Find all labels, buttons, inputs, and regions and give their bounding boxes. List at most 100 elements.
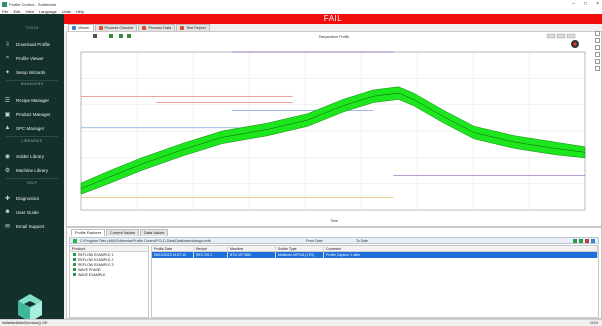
zoom-reset-icon[interactable] — [566, 33, 576, 39]
delete-icon[interactable] — [585, 239, 589, 243]
column-header[interactable]: Solder Type — [276, 246, 324, 251]
toolbar-icon[interactable] — [127, 34, 131, 38]
sidebar-item-profile-viewer[interactable]: ≈ Profile Viewer — [0, 52, 64, 64]
tool-icon[interactable] — [595, 59, 600, 64]
profile-chart-panel[interactable]: Temperature Profile Time — [66, 31, 602, 227]
sidebar-item-machine-library[interactable]: ⚙ Machine Library — [0, 164, 64, 176]
spc-icon: ▲ — [4, 125, 11, 131]
menu-file[interactable]: File — [2, 9, 8, 14]
product-label: WAVE EXAMPLE — [78, 272, 106, 277]
table-cell: 06/10/2023 14:57:10 — [152, 252, 194, 258]
menu-help[interactable]: Help — [76, 9, 84, 14]
toolbar-icon[interactable] — [93, 34, 97, 38]
sidebar-item-setup-wizards[interactable]: ✦ Setup Wizards — [0, 66, 64, 78]
refresh-icon[interactable] — [573, 239, 577, 243]
tab-profile-explorer[interactable]: Profile Explorer — [71, 229, 105, 236]
tab-process-data[interactable]: Process Data — [138, 24, 176, 31]
tab-data-values[interactable]: Data Values — [140, 229, 169, 236]
tab-label: Test Report — [186, 26, 206, 30]
recipe-icon: ☰ — [4, 97, 11, 104]
tab-viewer[interactable]: Viewer — [68, 24, 94, 31]
sidebar-item-email-support[interactable]: ✉ Email Support — [0, 220, 64, 232]
status-text: InitialiseMainServices() OK — [2, 321, 48, 325]
sidebar-item-label: Profile Viewer — [16, 55, 44, 61]
sidebar-item-recipe-manager[interactable]: ☰ Recipe Manager — [0, 94, 64, 106]
menu-view[interactable]: View — [25, 9, 34, 14]
tool-icon[interactable] — [595, 45, 600, 50]
product-icon — [73, 268, 76, 271]
bottom-tabs: Profile Explorer Current Values Data Val… — [71, 229, 169, 236]
table-cell: BTU VIP 88N — [228, 252, 276, 258]
tab-label: Process Checker — [104, 26, 134, 30]
tab-label: Viewer — [78, 26, 90, 30]
viewer-tabs: Viewer Process Checker Process Data Test… — [68, 24, 210, 31]
data-icon — [142, 26, 147, 30]
sidebar-item-user-guide[interactable]: ☻ User Guide — [0, 206, 64, 218]
tab-current-values[interactable]: Current Values — [105, 229, 140, 236]
profiles-table: Profile Date Recipe Machine Solder Type … — [151, 245, 599, 318]
table-cell: REC-RS 1 — [194, 252, 228, 258]
filter-icon[interactable] — [579, 239, 583, 243]
chart-reference-lines — [81, 51, 585, 198]
tool-icon[interactable] — [595, 66, 600, 71]
to-date-label: To Date — [356, 238, 369, 243]
product-label: REFLOW EXAMPLE 3 — [78, 262, 114, 267]
column-header[interactable]: Comment — [324, 246, 598, 251]
tab-label: Process Data — [148, 26, 172, 30]
title-bar: Profile Control - Solderstar – □ × — [0, 0, 602, 8]
app-icon — [2, 1, 7, 7]
product-icon: ▣ — [4, 111, 11, 118]
report-icon — [180, 26, 185, 30]
sidebar-heading-managers: MANAGERS — [20, 82, 44, 86]
toolbar-icon[interactable] — [119, 34, 123, 38]
tab-process-checker[interactable]: Process Checker — [94, 24, 138, 31]
sidebar-heading-libraries: LIBRARIES — [21, 139, 43, 143]
column-header[interactable]: Profile Date — [152, 246, 194, 251]
sidebar-item-solder-library[interactable]: ◉ Solder Library — [0, 150, 64, 162]
tool-icon[interactable] — [595, 31, 600, 36]
zoom-out-icon[interactable] — [556, 33, 566, 39]
sidebar-item-label: Product Manager — [16, 111, 51, 117]
product-label: REFLOW EXAMPLE 1 — [78, 252, 114, 257]
product-label: REFLOW EXAMPLE 2 — [78, 257, 114, 262]
sidebar-item-label: Email Support — [16, 223, 45, 229]
sidebar-item-product-manager[interactable]: ▣ Product Manager — [0, 108, 64, 120]
solder-icon: ◉ — [4, 153, 11, 160]
machine-icon: ⚙ — [4, 167, 11, 174]
table-cell: Profile Capture 1 after — [324, 252, 598, 258]
column-header[interactable]: Recipe — [194, 246, 228, 251]
close-icon[interactable]: × — [596, 1, 599, 7]
status-banner: FAIL — [64, 14, 602, 24]
product-icon — [73, 263, 76, 266]
sidebar-item-download-profile[interactable]: ⇩ Download Profile — [0, 38, 64, 50]
maximize-icon[interactable]: □ — [584, 1, 587, 7]
checker-icon — [98, 26, 103, 30]
chart-grid — [80, 51, 586, 211]
profile-explorer-panel: Profile Explorer Current Values Data Val… — [66, 227, 602, 319]
sidebar-item-label: Recipe Manager — [16, 97, 50, 103]
toolbar-icon[interactable] — [109, 34, 113, 38]
profile-band — [80, 86, 586, 195]
viewer-icon — [72, 26, 76, 30]
sidebar-item-label: Machine Library — [16, 167, 49, 173]
tool-icon[interactable] — [595, 38, 600, 43]
menu-units[interactable]: Units — [62, 9, 71, 14]
menu-edit[interactable]: Edit — [13, 9, 20, 14]
table-row[interactable]: 06/10/2023 14:57:10 REC-RS 1 BTU VIP 88N… — [152, 252, 598, 258]
menu-language[interactable]: Language — [39, 9, 57, 14]
profile-chart[interactable]: Temperature Profile Time — [67, 32, 601, 226]
sidebar-item-spc-manager[interactable]: ▲ SPC Manager — [0, 122, 64, 134]
minimize-icon[interactable]: – — [572, 1, 575, 7]
chart-title: Temperature Profile — [319, 35, 350, 39]
export-icon[interactable] — [591, 239, 595, 243]
zoom-in-icon[interactable] — [546, 33, 556, 39]
sidebar-item-diagnostics[interactable]: ✚ Diagnostics — [0, 192, 64, 204]
sidebar-divider — [6, 136, 58, 137]
sidebar-item-label: Download Profile — [16, 41, 51, 47]
column-header[interactable]: Machine — [228, 246, 276, 251]
product-label: WAVE PHASE — [78, 267, 101, 272]
database-path: C:\Program Files (x86)\Solderstar\Profil… — [80, 238, 212, 243]
tab-test-report[interactable]: Test Report — [176, 24, 210, 31]
tool-icon[interactable] — [595, 52, 600, 57]
list-item[interactable]: WAVE EXAMPLE — [70, 272, 148, 277]
